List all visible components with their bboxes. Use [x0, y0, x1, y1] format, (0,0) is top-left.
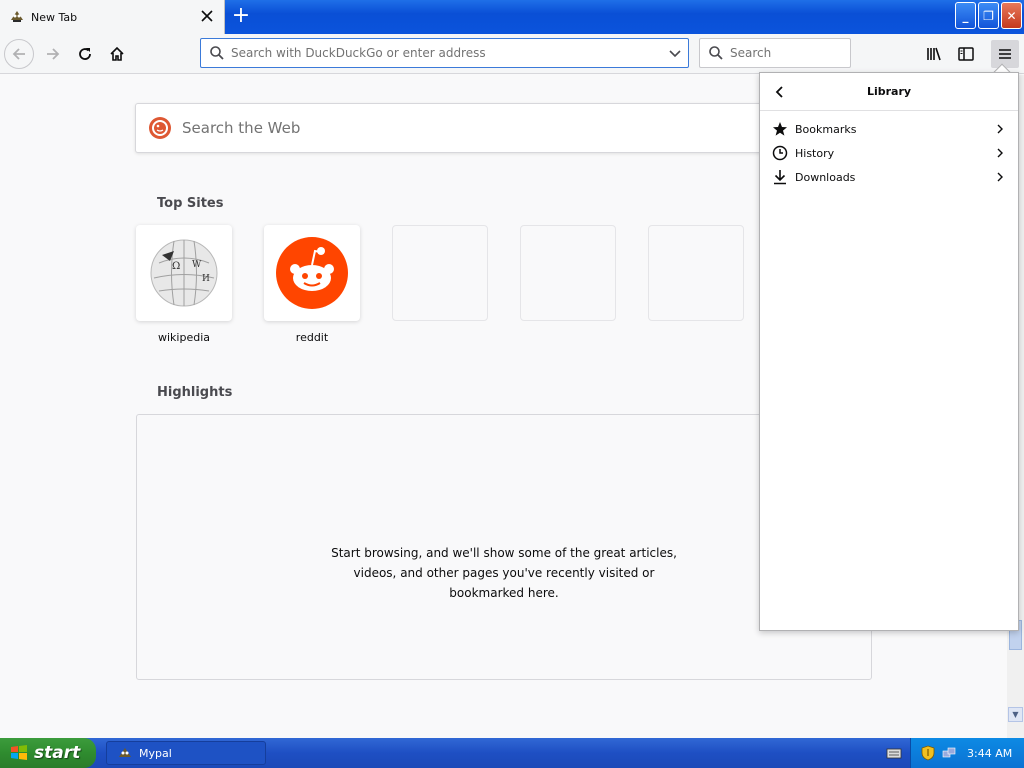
library-item-history[interactable]: History	[760, 141, 1018, 165]
download-icon	[774, 170, 786, 185]
chevron-right-icon	[997, 148, 1003, 158]
empty-site-tile[interactable]	[520, 225, 616, 321]
chevron-down-icon[interactable]	[668, 47, 682, 64]
nav-toolbar	[0, 34, 1024, 74]
top-site-empty[interactable]	[520, 225, 616, 321]
close-window-button[interactable]: ✕	[1001, 2, 1022, 29]
taskbar: start Mypal 3:44 AM	[0, 738, 1024, 768]
star-icon	[773, 122, 787, 136]
mypal-app-icon	[119, 748, 131, 757]
library-item-downloads[interactable]: Downloads	[760, 165, 1018, 189]
empty-site-tile[interactable]	[648, 225, 744, 321]
wikipedia-logo-icon: Ω W И	[150, 239, 218, 307]
site-tile[interactable]: Ω W И	[136, 225, 232, 321]
chevron-left-icon	[775, 86, 783, 98]
site-label: wikipedia	[157, 331, 210, 344]
svg-text:И: И	[202, 274, 210, 284]
home-button[interactable]	[102, 39, 132, 69]
library-item-label: Bookmarks	[795, 122, 857, 136]
site-label: reddit	[295, 331, 329, 344]
menu-button[interactable]	[991, 40, 1019, 68]
window-controls: _ ❐ ✕	[955, 2, 1022, 29]
library-panel: Library Bookmarks History Downloads	[759, 72, 1019, 631]
close-tab-icon[interactable]	[200, 9, 214, 23]
empty-site-tile[interactable]	[392, 225, 488, 321]
library-item-label: Downloads	[795, 170, 856, 184]
search-icon	[210, 46, 224, 60]
search-icon	[709, 46, 723, 60]
chevron-right-icon	[997, 124, 1003, 134]
panel-title: Library	[866, 85, 912, 98]
scroll-down-arrow-icon[interactable]: ▼	[1008, 707, 1023, 722]
tab-title: New Tab	[31, 10, 78, 24]
svg-text:Ω: Ω	[172, 261, 180, 272]
chevron-right-icon	[997, 172, 1003, 182]
highlights-heading: Highlights	[157, 385, 233, 400]
forward-button[interactable]	[38, 39, 68, 69]
windows-logo-icon	[11, 745, 27, 760]
url-bar[interactable]	[200, 38, 689, 68]
reload-button[interactable]	[70, 39, 100, 69]
taskbar-item-label: Mypal	[139, 746, 172, 760]
system-tray: 3:44 AM	[910, 738, 1024, 768]
search-input[interactable]	[730, 46, 840, 60]
web-search-input[interactable]	[182, 119, 742, 137]
sidebar-icon	[958, 47, 974, 61]
site-tile[interactable]	[264, 225, 360, 321]
url-input[interactable]	[231, 46, 651, 60]
duckduckgo-logo-icon	[149, 117, 171, 139]
home-icon	[110, 46, 124, 61]
start-label: start	[34, 743, 81, 763]
network-icon[interactable]	[941, 745, 957, 761]
search-bar[interactable]	[699, 38, 851, 68]
security-shield-icon[interactable]	[921, 745, 935, 761]
restore-button[interactable]: ❐	[978, 2, 999, 29]
top-sites-heading: Top Sites	[157, 196, 224, 211]
reddit-logo-icon	[276, 237, 348, 309]
title-bar: New Tab + _ ❐ ✕	[0, 0, 1024, 34]
new-tab-button[interactable]: +	[230, 5, 252, 28]
panel-back-button[interactable]	[772, 84, 788, 100]
top-site-reddit[interactable]: reddit	[264, 225, 360, 344]
arrow-left-icon	[12, 48, 25, 60]
library-button[interactable]	[920, 40, 948, 68]
panel-header: Library	[760, 73, 1018, 111]
keyboard-icon[interactable]	[886, 746, 902, 763]
top-site-empty[interactable]	[648, 225, 744, 321]
clock-icon	[772, 145, 788, 161]
library-item-bookmarks[interactable]: Bookmarks	[760, 117, 1018, 141]
top-site-wikipedia[interactable]: Ω W И wikipedia	[136, 225, 232, 344]
clock: 3:44 AM	[967, 746, 1013, 760]
arrow-right-icon	[47, 48, 60, 60]
minimize-button[interactable]: _	[955, 2, 976, 29]
hamburger-menu-icon	[999, 49, 1011, 59]
web-search-box[interactable]	[135, 103, 775, 153]
back-button[interactable]	[4, 39, 34, 69]
svg-text:W: W	[192, 260, 202, 270]
reload-icon	[79, 48, 91, 60]
start-button[interactable]: start	[0, 738, 96, 768]
library-item-label: History	[795, 146, 835, 160]
taskbar-item-mypal[interactable]: Mypal	[106, 741, 266, 765]
highlights-empty-message: Start browsing, and we'll show some of t…	[331, 546, 677, 600]
top-site-empty[interactable]	[392, 225, 488, 321]
mypal-favicon-icon	[9, 8, 25, 27]
library-icon	[927, 47, 941, 61]
tab-new-tab[interactable]: New Tab	[0, 0, 225, 34]
sidebar-button[interactable]	[952, 40, 980, 68]
